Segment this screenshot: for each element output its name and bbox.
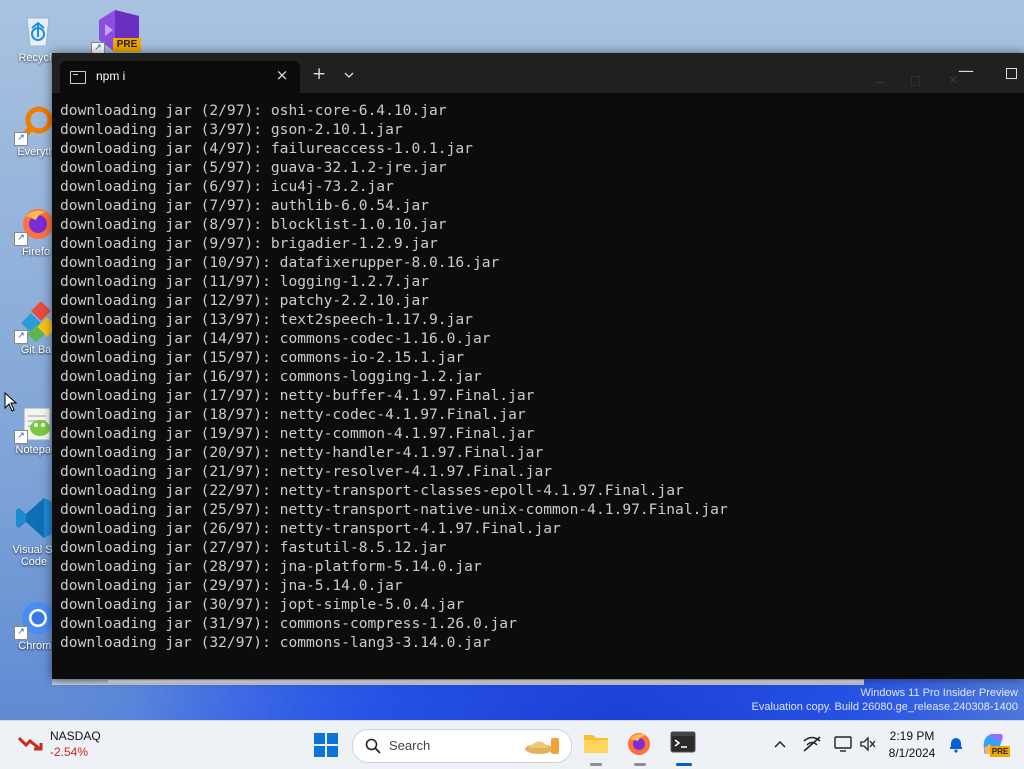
chromium-icon: ↗ [14,598,56,640]
git-bash-icon: ↗ [14,301,57,344]
display-icon[interactable] [834,735,852,753]
visual-studio-icon: PRE ↗ [91,6,143,56]
stock-down-icon [18,736,43,751]
terminal-line: downloading jar (17/97): netty-buffer-4.… [60,387,535,404]
terminal-line: downloading jar (5/97): guava-32.1.2-jre… [60,159,447,176]
vscode-icon [14,496,54,544]
terminal-line: downloading jar (25/97): netty-transport… [60,501,728,518]
watermark-line1: Windows 11 Pro Insider Preview [860,687,1018,699]
terminal-line: downloading jar (6/97): icu4j-73.2.jar [60,178,394,195]
new-tab-button[interactable]: + [312,64,326,84]
terminal-line: downloading jar (15/97): commons-io-2.15… [60,349,465,366]
ghost-maximize-icon: □ [910,73,922,87]
firefox-icon [628,733,650,755]
running-indicator [590,763,602,766]
terminal-line: downloading jar (14/97): commons-codec-1… [60,330,491,347]
shortcut-arrow-icon: ↗ [14,330,28,344]
terminal-titlebar[interactable]: npm i × + — □ ✕ — [52,53,1024,93]
stock-name: NASDAQ [50,729,101,743]
terminal-window[interactable]: npm i × + — □ ✕ — downloading jar (2/97)… [52,53,1024,679]
terminal-line: downloading jar (27/97): fastutil-8.5.12… [60,539,447,556]
network-disconnected-icon[interactable] [802,735,822,753]
search-placeholder: Search [389,738,431,753]
taskbar-firefox[interactable] [626,731,654,766]
terminal-line: downloading jar (20/97): netty-handler-4… [60,444,544,461]
terminal-line: downloading jar (32/97): commons-lang3-3… [60,634,491,651]
ghost-minimize-icon: — [874,75,886,89]
terminal-line: downloading jar (16/97): commons-logging… [60,368,482,385]
terminal-line: downloading jar (4/97): failureaccess-1.… [60,140,473,157]
shortcut-arrow-icon: ↗ [14,132,28,146]
terminal-line: downloading jar (7/97): authlib-6.0.54.j… [60,197,430,214]
preview-badge: PRE [990,746,1010,757]
firefox-icon: ↗ [14,204,56,246]
active-indicator [676,763,692,766]
taskbar-terminal[interactable] [670,731,698,766]
maximize-button[interactable] [1006,68,1017,79]
copilot-button[interactable]: PRE [980,730,1010,760]
shortcut-arrow-icon: ↗ [14,430,28,444]
search-icon [365,738,381,754]
shortcut-arrow-icon: ↗ [14,232,28,246]
terminal-line: downloading jar (18/97): netty-codec-4.1… [60,406,526,423]
chevron-up-icon[interactable] [774,739,786,749]
terminal-line: downloading jar (3/97): gson-2.10.1.jar [60,121,403,138]
terminal-icon [670,731,696,753]
terminal-line: downloading jar (2/97): oshi-core-6.4.10… [60,102,447,119]
mouse-cursor-icon [4,392,18,412]
terminal-line: downloading jar (13/97): text2speech-1.1… [60,311,473,328]
windows-watermark: Windows 11 Pro Insider Preview Evaluatio… [752,686,1018,714]
minimize-button[interactable]: — [958,61,974,80]
everything-search-icon: ↗ [14,104,56,146]
start-button[interactable] [314,733,338,757]
tab-npm-i[interactable]: npm i × [60,61,300,93]
terminal-line: downloading jar (21/97): netty-resolver-… [60,463,553,480]
clock-time: 2:19 PM [889,729,935,743]
terminal-line: downloading jar (19/97): netty-common-4.… [60,425,535,442]
folder-icon [584,735,608,753]
taskbar: NASDAQ -2.54% Search 2:19 PM 8/1/2024 PR… [0,720,1024,769]
terminal-line: downloading jar (9/97): brigadier-1.2.9.… [60,235,438,252]
terminal-line: downloading jar (8/97): blocklist-1.0.10… [60,216,447,233]
terminal-icon [70,71,86,84]
terminal-line: downloading jar (12/97): patchy-2.2.10.j… [60,292,430,309]
terminal-line: downloading jar (11/97): logging-1.2.7.j… [60,273,430,290]
terminal-line: downloading jar (30/97): jopt-simple-5.0… [60,596,465,613]
background-window-edge-highlight [108,680,864,683]
notepad-plus-plus-icon: ↗ [14,402,56,444]
taskbar-file-explorer[interactable] [582,731,610,766]
terminal-line: downloading jar (28/97): jna-platform-5.… [60,558,482,575]
terminal-line: downloading jar (22/97): netty-transport… [60,482,684,499]
terminal-line: downloading jar (31/97): commons-compres… [60,615,517,632]
desktop-icon-visual-studio-preview[interactable]: PRE ↗ [88,6,148,56]
watermark-line2: Evaluation copy. Build 26080.ge_release.… [751,701,1018,713]
preview-badge: PRE [113,38,141,52]
terminal-output[interactable]: downloading jar (2/97): oshi-core-6.4.10… [60,101,1016,671]
taskbar-clock[interactable]: 2:19 PM 8/1/2024 [880,728,944,762]
terminal-line: downloading jar (10/97): datafixerupper-… [60,254,500,271]
ghost-close-icon: ✕ [948,73,959,87]
taskbar-search[interactable]: Search [352,729,572,763]
terminal-line: downloading jar (29/97): jna-5.14.0.jar [60,577,403,594]
recycle-bin-icon [18,10,58,50]
search-highlight-icon [525,738,559,754]
terminal-line: downloading jar (26/97): netty-transport… [60,520,561,537]
volume-muted-icon[interactable] [860,735,876,753]
close-tab-icon[interactable]: × [272,65,292,85]
tab-title: npm i [96,69,126,83]
notification-bell-icon[interactable] [948,735,964,753]
stock-change: -2.54% [50,745,89,759]
running-indicator [634,763,646,766]
chevron-down-icon[interactable] [344,65,354,85]
shortcut-arrow-icon: ↗ [14,626,28,640]
clock-date: 8/1/2024 [888,746,936,760]
